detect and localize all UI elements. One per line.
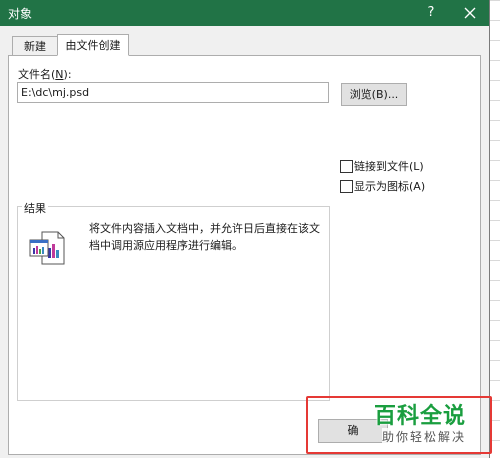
help-button[interactable]: ? (420, 2, 442, 24)
link-to-file-checkbox[interactable] (340, 160, 353, 173)
display-as-icon-label: 显示为图标(A) (354, 180, 426, 193)
display-as-icon-checkbox[interactable] (340, 180, 353, 193)
filename-input[interactable] (17, 82, 329, 103)
close-button[interactable] (458, 2, 482, 24)
browse-button[interactable]: 浏览(B)... (341, 83, 407, 106)
tab-new[interactable]: 新建 (12, 36, 58, 56)
ok-button[interactable]: 确 (318, 419, 388, 443)
dialog-title: 对象 (8, 7, 33, 21)
result-legend: 结果 (22, 200, 48, 216)
object-dialog: 对象 ? 新建 由文件创建 文件名(N): 浏览(B)... 链接到文件(L) … (0, 0, 490, 458)
link-to-file-label: 链接到文件(L) (354, 160, 424, 173)
dialog-titlebar: 对象 ? (0, 0, 489, 26)
close-icon (464, 7, 476, 19)
filename-label: 文件名(N): (18, 68, 72, 81)
result-description: 将文件内容插入文档中，并允许日后直接在该文档中调用源应用程序进行编辑。 (89, 222, 320, 252)
tab-create-from-file[interactable]: 由文件创建 (57, 34, 129, 56)
embedded-object-icon (28, 230, 66, 266)
